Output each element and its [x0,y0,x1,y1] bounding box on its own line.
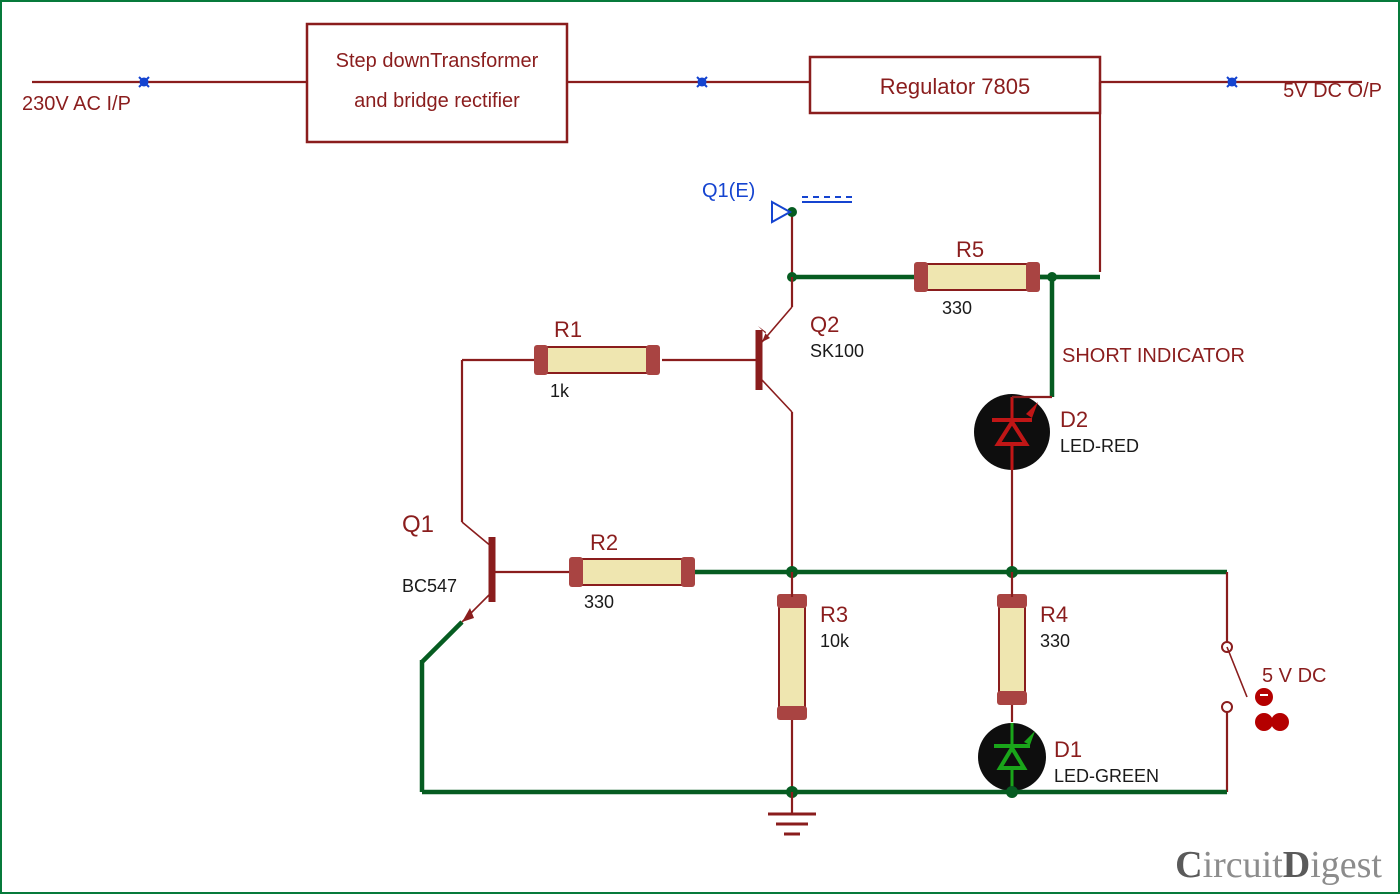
transformer-line2: and bridge rectifier [354,90,520,112]
resistor-r1 [534,345,660,375]
r5-ref: R5 [956,237,984,262]
resistor-r2 [569,557,695,587]
switch-icon [1255,688,1289,731]
resistor-r3 [777,594,807,720]
probe-icon [772,202,790,222]
short-indicator-label: SHORT INDICATOR [1062,345,1245,367]
q2-ref: Q2 [810,312,839,337]
r2-ref: R2 [590,530,618,555]
q2-value: SK100 [810,341,864,361]
transformer-line1: Step downTransformer [336,50,539,72]
led-d2 [974,394,1050,470]
circuit-diagram-frame: 230V AC I/P Step downTransformer and bri… [0,0,1400,894]
transistor-q1 [462,522,492,622]
output-voltage-label: 5V DC O/P [1283,80,1382,102]
watermark-text: CircuitDigest [1175,844,1382,886]
input-voltage-label: 230V AC I/P [22,93,131,115]
resistor-r4 [997,594,1027,705]
r1-value: 1k [550,381,570,401]
supply-right-label: 5 V DC [1262,665,1326,687]
probe-label: Q1(E) [702,180,755,202]
r4-value: 330 [1040,631,1070,651]
r5-value: 330 [942,298,972,318]
led-d1 [978,723,1046,791]
r3-value: 10k [820,631,850,651]
transformer-block [307,24,567,142]
transistor-q2 [758,307,792,412]
regulator-label: Regulator 7805 [880,74,1030,99]
r2-value: 330 [584,592,614,612]
r3-ref: R3 [820,602,848,627]
output-terminal [1227,77,1237,87]
schematic-svg: 230V AC I/P Step downTransformer and bri… [2,2,1398,892]
input-terminal [32,77,307,87]
mid-terminal [697,77,707,87]
q1-ref: Q1 [402,511,434,538]
r1-ref: R1 [554,317,582,342]
d1-ref: D1 [1054,737,1082,762]
d1-value: LED-GREEN [1054,766,1159,786]
resistor-r5 [914,262,1040,292]
d2-ref: D2 [1060,407,1088,432]
r4-ref: R4 [1040,602,1068,627]
d2-value: LED-RED [1060,436,1139,456]
q1-value: BC547 [402,576,457,596]
ground-symbol [768,792,816,834]
